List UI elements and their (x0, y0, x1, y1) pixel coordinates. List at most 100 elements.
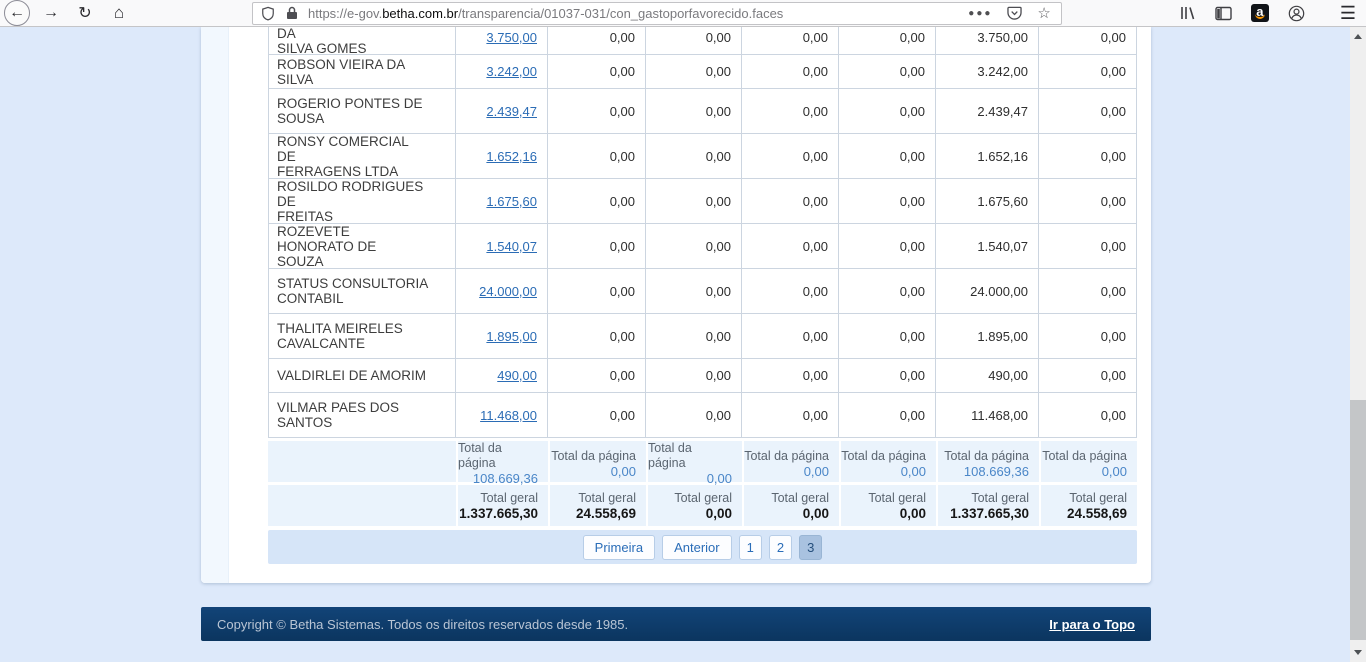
valor-empenhado-cell: 490,00 (456, 359, 548, 393)
valor-cell: 0,00 (646, 224, 742, 269)
bookmark-star-icon[interactable]: ☆ (1037, 6, 1050, 21)
valor-empenhado-link[interactable]: 1.540,07 (486, 239, 537, 254)
valor-cell: 0,00 (742, 269, 839, 314)
valor-cell: 0,00 (839, 393, 936, 438)
valor-empenhado-cell: 11.468,00 (456, 393, 548, 438)
sidebar-toggle-icon[interactable] (1215, 6, 1232, 21)
panel-left-strip (201, 27, 229, 583)
url-protocol: https:// (308, 6, 347, 21)
favorecido-name-cell: ROSILDO RODRIGUES DEFREITAS (269, 179, 456, 224)
table-body: RAIMUNDO NONATO DASILVA GOMES 3.750,00 0… (268, 27, 1137, 438)
valor-pago-cell: 1.652,16 (936, 134, 1039, 179)
favorecido-name-cell: VALDIRLEI DE AMORIM (269, 359, 456, 393)
page-button-3[interactable]: 3 (799, 535, 822, 560)
url-text[interactable]: https://e-gov.betha.com.br/transparencia… (308, 6, 783, 21)
favorecido-name-cell: THALITA MEIRELESCAVALCANTE (269, 314, 456, 359)
valor-empenhado-link[interactable]: 24.000,00 (479, 284, 537, 299)
lock-icon[interactable] (286, 6, 298, 20)
valor-cell: 0,00 (548, 89, 646, 134)
vertical-scrollbar[interactable] (1350, 27, 1366, 662)
valor-cell: 0,00 (839, 269, 936, 314)
valor-pago-cell: 1.540,07 (936, 224, 1039, 269)
url-path: /transparencia/01037-031/con_gastoporfav… (458, 6, 783, 21)
valor-empenhado-link[interactable]: 11.468,00 (480, 408, 537, 423)
valor-empenhado-cell: 3.242,00 (456, 55, 548, 89)
table-row: RONSY COMERCIAL DEFERRAGENS LTDA 1.652,1… (269, 134, 1137, 179)
valor-empenhado-link[interactable]: 3.750,00 (486, 30, 537, 45)
account-icon[interactable] (1288, 5, 1305, 22)
home-button[interactable]: ⌂ (106, 0, 132, 26)
table-row: VALDIRLEI DE AMORIM 490,00 0,00 0,00 0,0… (269, 359, 1137, 393)
favorecido-name-cell: ROZEVETE HONORATO DESOUZA (269, 224, 456, 269)
library-icon[interactable] (1180, 5, 1196, 21)
valor-cell: 0,00 (646, 55, 742, 89)
valor-empenhado-link[interactable]: 3.242,00 (486, 64, 537, 79)
valor-cell: 0,00 (646, 393, 742, 438)
favorecido-name: ROBSON VIEIRA DA SILVA (277, 57, 429, 87)
favorecido-name: RAIMUNDO NONATO DASILVA GOMES (277, 27, 429, 55)
valor-cell: 0,00 (742, 27, 839, 55)
favorecido-name: RONSY COMERCIAL DEFERRAGENS LTDA (277, 134, 429, 179)
valor-cell: 0,00 (1039, 393, 1137, 438)
pagination-bar: Primeira Anterior 123 (268, 530, 1137, 564)
scroll-down-arrow[interactable] (1350, 645, 1366, 660)
valor-empenhado-cell: 1.652,16 (456, 134, 548, 179)
valor-cell: 0,00 (742, 224, 839, 269)
favorecido-name: THALITA MEIRELESCAVALCANTE (277, 321, 403, 351)
valor-pago-cell: 24.000,00 (936, 269, 1039, 314)
valor-pago-cell: 1.895,00 (936, 314, 1039, 359)
valor-pago-cell: 3.242,00 (936, 55, 1039, 89)
valor-cell: 0,00 (742, 134, 839, 179)
pagination-previous-button[interactable]: Anterior (662, 535, 732, 560)
page-button-2[interactable]: 2 (769, 535, 792, 560)
total-cell: Total da página0,00 (646, 441, 742, 486)
valor-empenhado-link[interactable]: 1.652,16 (486, 149, 537, 164)
total-cell: Total geral0,00 (839, 485, 936, 526)
scroll-up-arrow[interactable] (1350, 29, 1366, 44)
favorecido-name-cell: STATUS CONSULTORIACONTABIL (269, 269, 456, 314)
valor-cell: 0,00 (742, 359, 839, 393)
valor-cell: 0,00 (1039, 27, 1137, 55)
valor-cell: 0,00 (839, 359, 936, 393)
total-cell: Total geral24.558,69 (1039, 485, 1137, 526)
valor-cell: 0,00 (646, 269, 742, 314)
scrollbar-thumb[interactable] (1350, 400, 1366, 640)
valor-empenhado-link[interactable]: 1.675,60 (486, 194, 537, 209)
valor-empenhado-link[interactable]: 2.439,47 (486, 104, 537, 119)
total-page-row: Total da página108.669,36Total da página… (268, 441, 1137, 482)
pagination-first-button[interactable]: Primeira (583, 535, 655, 560)
total-cell: Total da página108.669,36 (936, 441, 1039, 486)
favorecido-name-cell: RONSY COMERCIAL DEFERRAGENS LTDA (269, 134, 456, 179)
valor-cell: 0,00 (839, 89, 936, 134)
back-to-top-link[interactable]: Ir para o Topo (1049, 617, 1135, 632)
valor-cell: 0,00 (646, 89, 742, 134)
reload-icon: ↻ (78, 3, 91, 23)
back-button[interactable]: ← (4, 0, 30, 26)
valor-cell: 0,00 (1039, 55, 1137, 89)
valor-cell: 0,00 (1039, 359, 1137, 393)
url-bar[interactable]: https://e-gov.betha.com.br/transparencia… (252, 2, 1062, 25)
valor-empenhado-link[interactable]: 1.895,00 (486, 329, 537, 344)
favorecido-name: VALDIRLEI DE AMORIM (277, 368, 426, 383)
page-actions-icon[interactable]: ●●● (968, 8, 992, 19)
forward-button[interactable]: → (38, 0, 64, 26)
valor-cell: 0,00 (1039, 179, 1137, 224)
total-cell: Total geral1.337.665,30 (456, 485, 548, 526)
menu-icon[interactable]: ☰ (1340, 3, 1356, 24)
reload-button[interactable]: ↻ (72, 0, 98, 26)
amazon-extension-icon[interactable]: a (1251, 4, 1269, 22)
favorecido-name-cell: ROBSON VIEIRA DA SILVA (269, 55, 456, 89)
tracking-shield-icon[interactable] (261, 6, 275, 21)
table-row: ROSILDO RODRIGUES DEFREITAS 1.675,60 0,0… (269, 179, 1137, 224)
table-row: THALITA MEIRELESCAVALCANTE 1.895,00 0,00… (269, 314, 1137, 359)
valor-empenhado-link[interactable]: 490,00 (497, 368, 537, 383)
valor-empenhado-cell: 24.000,00 (456, 269, 548, 314)
valor-cell: 0,00 (839, 224, 936, 269)
pagination-pages: 123 (739, 535, 823, 560)
favorecido-name: ROGERIO PONTES DESOUSA (277, 96, 423, 126)
page-button-1[interactable]: 1 (739, 535, 762, 560)
valor-cell: 0,00 (548, 269, 646, 314)
valor-pago-cell: 11.468,00 (936, 393, 1039, 438)
total-cell: Total da página0,00 (742, 441, 839, 486)
pocket-icon[interactable] (1007, 6, 1022, 20)
